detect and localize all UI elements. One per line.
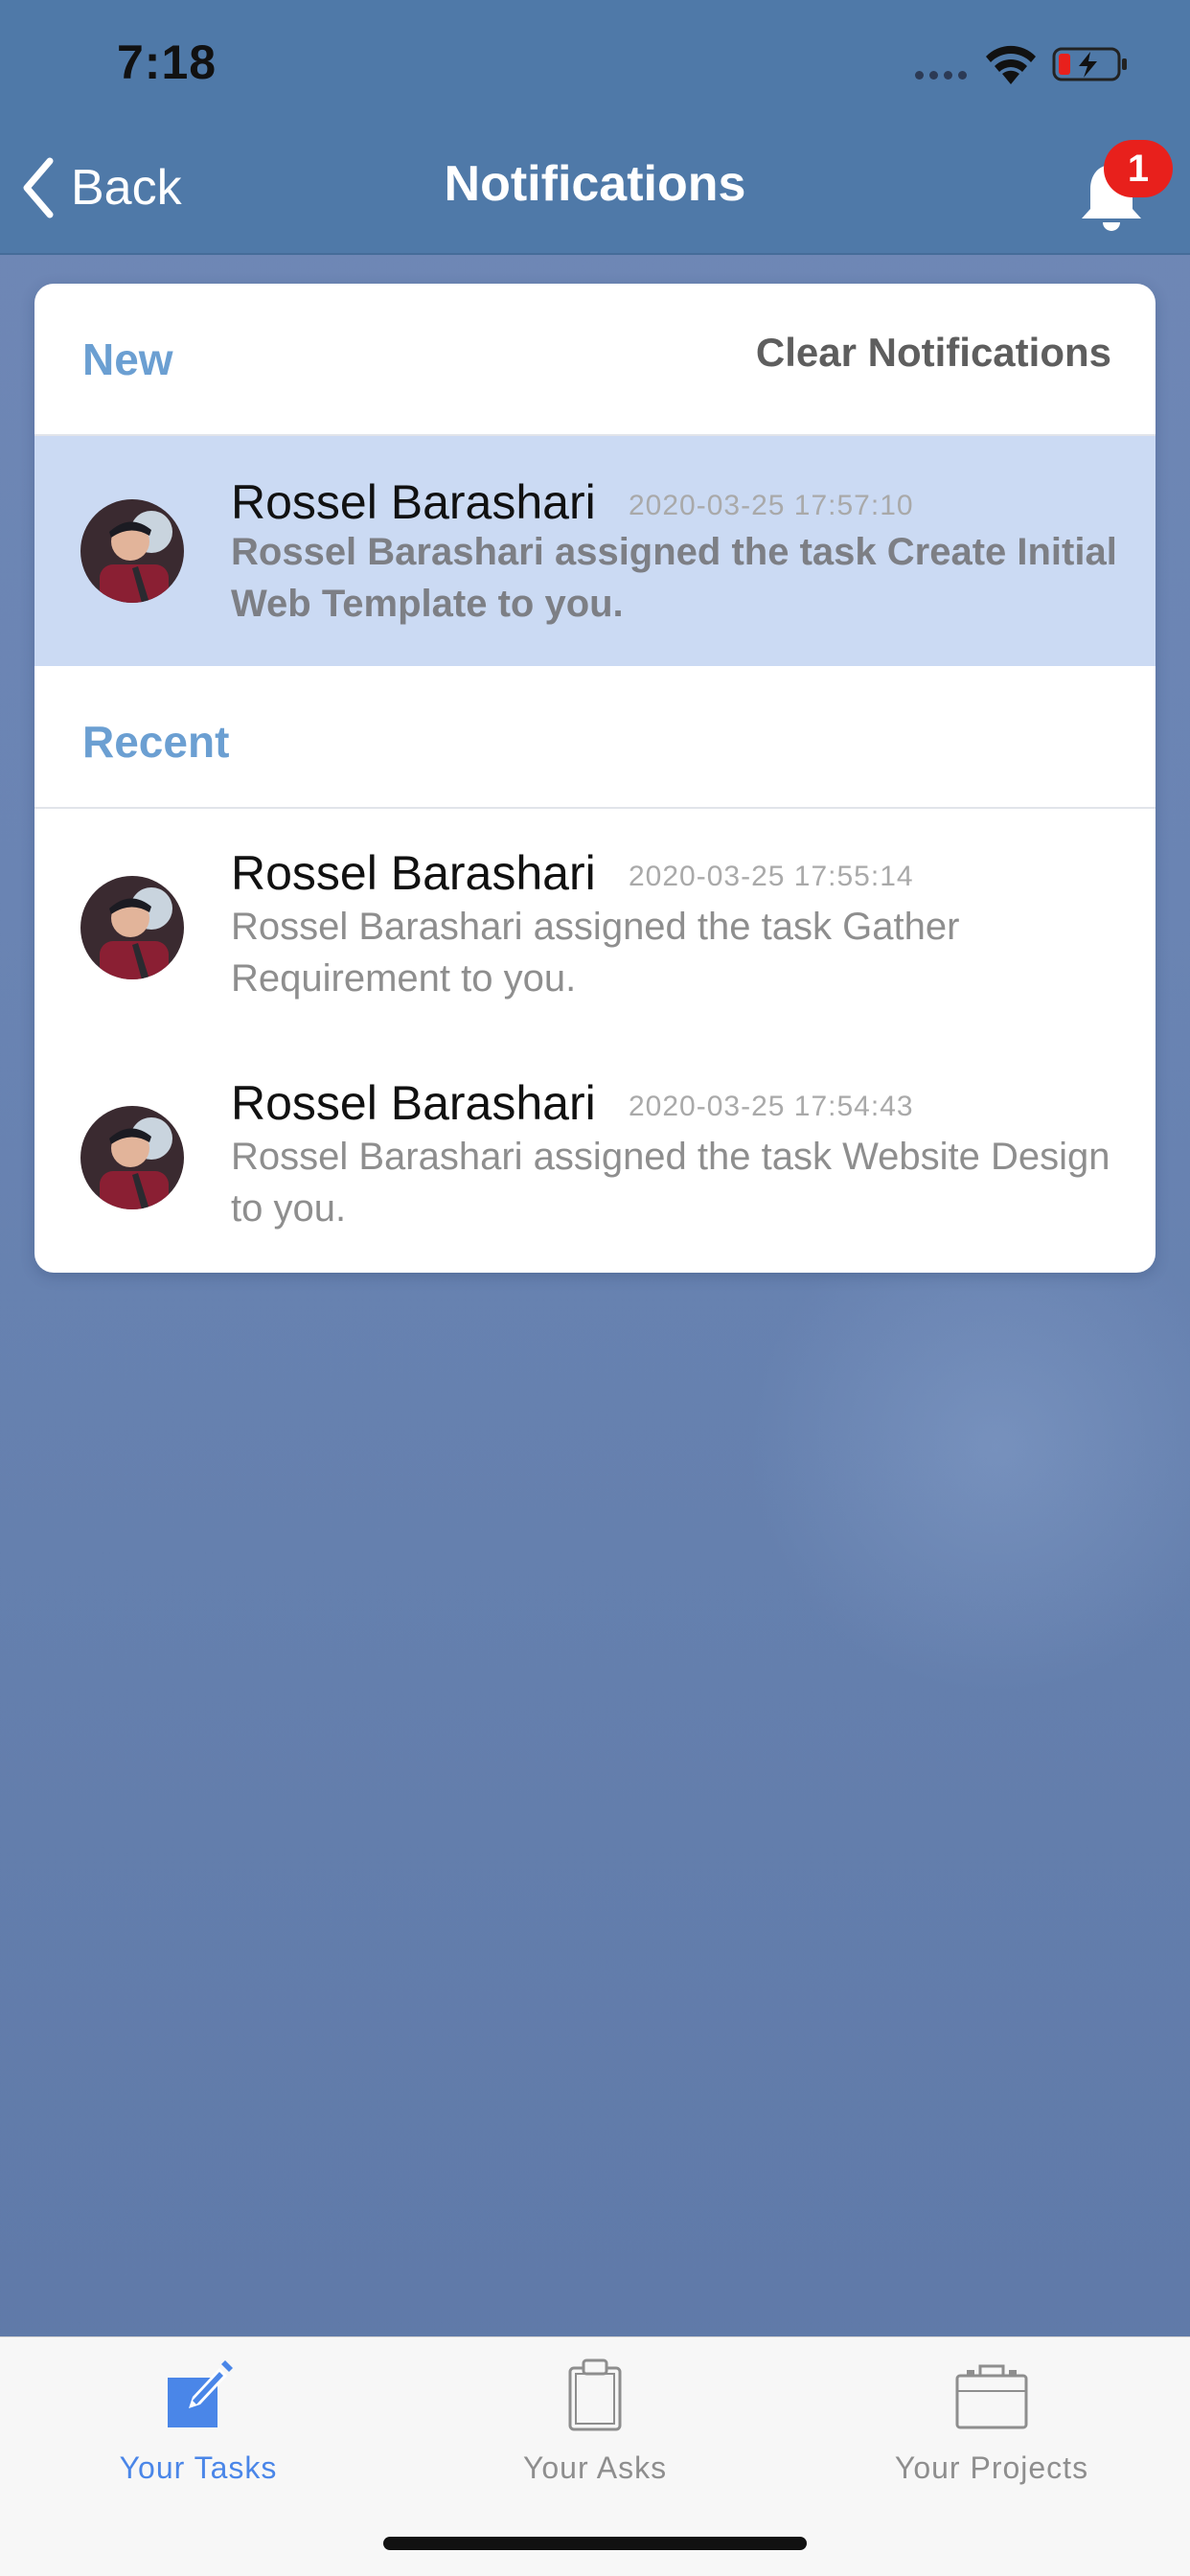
tab-your-asks[interactable]: Your Asks — [397, 2337, 793, 2510]
tab-your-projects[interactable]: Your Projects — [793, 2337, 1190, 2510]
tab-your-tasks[interactable]: Your Tasks — [0, 2337, 397, 2510]
edit-icon — [168, 2360, 233, 2427]
notification-item[interactable]: Rossel Barashari 2020-03-25 17:55:14 Ros… — [34, 809, 1156, 1039]
notification-sender: Rossel Barashari — [231, 846, 596, 900]
notification-item-unread[interactable]: Rossel Barashari 2020-03-25 17:57:10 Ros… — [34, 436, 1156, 666]
notification-message: Rossel Barashari assigned the task Creat… — [231, 531, 1117, 625]
background-glow — [747, 1198, 1190, 1696]
notifications-card: New Clear Notifications Rossel Barashari… — [34, 284, 1156, 1273]
clipboard-icon — [568, 2358, 622, 2431]
avatar — [80, 876, 184, 979]
section-title-new: New — [82, 334, 173, 384]
navigation-bar: 7:18 Back Notifications 1 — [0, 0, 1190, 255]
back-button[interactable]: Back — [19, 153, 182, 222]
tab-label: Your Asks — [522, 2450, 668, 2485]
notifications-bell-button[interactable]: 1 — [1069, 140, 1173, 236]
section-title-recent: Recent — [82, 717, 230, 767]
battery-icon — [1052, 47, 1127, 81]
briefcase-icon — [955, 2364, 1028, 2429]
notification-item[interactable]: Rossel Barashari 2020-03-25 17:54:43 Ros… — [34, 1039, 1156, 1273]
wifi-icon — [986, 45, 1036, 84]
home-indicator[interactable] — [383, 2537, 807, 2550]
notification-sender: Rossel Barashari — [231, 1076, 596, 1130]
notification-timestamp: 2020-03-25 17:55:14 — [629, 861, 914, 892]
notification-message: Rossel Barashari assigned the task Websi… — [231, 1136, 1110, 1230]
section-header-new: New Clear Notifications — [34, 284, 1156, 435]
notification-timestamp: 2020-03-25 17:54:43 — [629, 1091, 914, 1122]
avatar — [80, 499, 184, 603]
cellular-signal-icon — [915, 71, 967, 80]
back-label: Back — [71, 160, 182, 216]
notification-sender: Rossel Barashari — [231, 475, 596, 529]
status-time: 7:18 — [117, 35, 217, 89]
tab-label: Your Tasks — [119, 2450, 278, 2485]
notification-timestamp: 2020-03-25 17:57:10 — [629, 490, 914, 521]
clear-notifications-button[interactable]: Clear Notifications — [756, 330, 1111, 376]
tab-label: Your Projects — [894, 2450, 1089, 2485]
notification-message: Rossel Barashari assigned the task Gathe… — [231, 906, 960, 1000]
avatar — [80, 1106, 184, 1209]
section-header-recent: Recent — [34, 666, 1156, 808]
notification-badge: 1 — [1104, 140, 1173, 197]
chevron-left-icon — [23, 157, 54, 218]
